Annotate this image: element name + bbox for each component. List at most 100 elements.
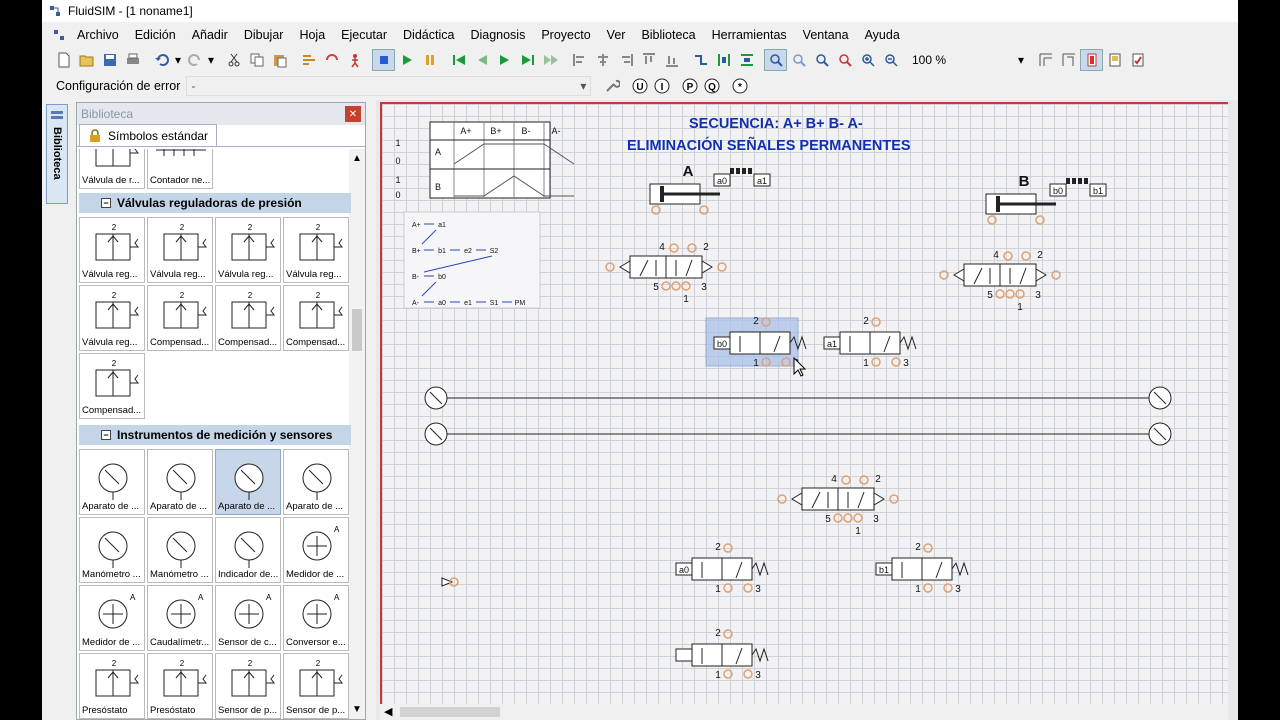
library-symbol[interactable]: Aparato de ... (79, 449, 145, 515)
library-symbol[interactable]: 2 Válvula reg... (79, 217, 145, 283)
library-symbol[interactable]: 2 Presóstato (79, 653, 145, 719)
cut-button[interactable] (222, 49, 245, 71)
rotate-button[interactable] (320, 49, 343, 71)
connect-button[interactable] (689, 49, 712, 71)
library-symbol[interactable]: Manómetro ... (79, 517, 145, 583)
menu-proyecto[interactable]: Proyecto (533, 24, 598, 46)
library-symbol[interactable]: Manómetro ... (147, 517, 213, 583)
library-side-tab[interactable]: Biblioteca (46, 104, 68, 204)
library-symbol[interactable]: 2 Válvula reg... (147, 217, 213, 283)
menu-diagnosis[interactable]: Diagnosis (462, 24, 533, 46)
zoom-out-button[interactable] (787, 49, 810, 71)
library-symbol[interactable]: A Sensor de c... (215, 585, 281, 651)
reset-button[interactable] (447, 49, 470, 71)
error-config-dropdown[interactable]: - ▾ (186, 76, 592, 96)
undo-dropdown[interactable]: ▾ (173, 49, 183, 71)
library-symbol[interactable]: 2 Sensor de p... (283, 653, 349, 719)
distribute-h-button[interactable] (712, 49, 735, 71)
library-symbol[interactable]: 2 Compensad... (283, 285, 349, 351)
library-symbol[interactable]: Aparato de ... (215, 449, 281, 515)
align-right-button[interactable] (614, 49, 637, 71)
tab-simbolos-estandar[interactable]: Símbolos estándar (79, 124, 218, 146)
document-icon[interactable] (52, 28, 66, 42)
library-symbol[interactable]: Contador ne... (147, 149, 213, 189)
scroll-up-icon[interactable]: ▲ (352, 153, 362, 164)
zoom-minus-button[interactable] (879, 49, 902, 71)
voltage-meter-button[interactable]: U (629, 75, 651, 97)
page-button[interactable] (1103, 49, 1126, 71)
category-instrumentos-medicion[interactable]: − Instrumentos de medición y sensores (79, 425, 351, 445)
layers-button[interactable] (1080, 49, 1103, 71)
drawing-canvas[interactable]: SECUENCIA: A+ B+ B- A- ELIMINACIÓN SEÑAL… (380, 102, 1228, 704)
redo-button[interactable] (183, 49, 206, 71)
step-button[interactable] (493, 49, 516, 71)
redo-dropdown[interactable]: ▾ (206, 49, 216, 71)
library-symbol[interactable]: A Caudalímetr... (147, 585, 213, 651)
pressure-meter-button[interactable]: P (679, 75, 701, 97)
fast-forward-button[interactable] (539, 49, 562, 71)
align-left-button[interactable] (568, 49, 591, 71)
play-button[interactable] (395, 49, 418, 71)
collapse-icon[interactable]: − (101, 198, 111, 208)
library-scrollbar[interactable]: ▲ ▼ (349, 149, 365, 719)
zoom-page-button[interactable] (833, 49, 856, 71)
library-symbol[interactable]: Aparato de ... (283, 449, 349, 515)
library-symbol[interactable]: 2 Presóstato (147, 653, 213, 719)
collapse-icon[interactable]: − (101, 430, 111, 440)
step-back-button[interactable] (470, 49, 493, 71)
library-symbol[interactable]: 2 Válvula de r... (79, 149, 145, 189)
library-symbol[interactable]: 2 Compensad... (147, 285, 213, 351)
menu-archivo[interactable]: Archivo (69, 24, 127, 46)
zoom-fit-button[interactable] (810, 49, 833, 71)
zoom-dropdown[interactable]: 100 % ▾ (908, 50, 1028, 70)
library-scroll-thumb[interactable] (352, 309, 362, 351)
library-symbol[interactable]: 2 Válvula reg... (283, 217, 349, 283)
scroll-down-icon[interactable]: ▼ (352, 704, 362, 715)
open-button[interactable] (75, 49, 98, 71)
library-symbol[interactable]: Aparato de ... (147, 449, 213, 515)
library-symbol[interactable]: A Medidor de ... (79, 585, 145, 651)
tool-button[interactable] (601, 75, 623, 97)
save-button[interactable] (98, 49, 121, 71)
scroll-left-icon[interactable]: ◀ (384, 705, 392, 718)
library-symbol[interactable]: A Medidor de ... (283, 517, 349, 583)
new-file-button[interactable] (52, 49, 75, 71)
menu-biblioteca[interactable]: Biblioteca (633, 24, 703, 46)
menu-edicion[interactable]: Edición (127, 24, 184, 46)
library-symbol[interactable]: 2 Compensad... (79, 353, 145, 419)
check-circuit-button[interactable] (1126, 49, 1149, 71)
layout-button[interactable] (1057, 49, 1080, 71)
menu-hoja[interactable]: Hoja (291, 24, 333, 46)
menu-herramientas[interactable]: Herramientas (704, 24, 795, 46)
menu-ejecutar[interactable]: Ejecutar (333, 24, 395, 46)
grid-button[interactable] (1034, 49, 1057, 71)
check-button[interactable] (343, 49, 366, 71)
align-center-button[interactable] (591, 49, 614, 71)
category-valvulas-reguladoras[interactable]: − Válvulas reguladoras de presión (79, 193, 351, 213)
print-button[interactable] (121, 49, 144, 71)
menu-dibujar[interactable]: Dibujar (236, 24, 292, 46)
menu-ayuda[interactable]: Ayuda (857, 24, 908, 46)
library-symbol[interactable]: A Conversor e... (283, 585, 349, 651)
align-top-button[interactable] (637, 49, 660, 71)
current-meter-button[interactable]: I (651, 75, 673, 97)
library-symbol[interactable]: 2 Válvula reg... (215, 217, 281, 283)
canvas-horizontal-scrollbar[interactable]: ◀ (380, 704, 1228, 720)
library-symbol[interactable]: 2 Sensor de p... (215, 653, 281, 719)
step-end-button[interactable] (516, 49, 539, 71)
distribute-v-button[interactable] (735, 49, 758, 71)
undo-button[interactable] (150, 49, 173, 71)
flow-meter-button[interactable]: Q (701, 75, 723, 97)
canvas-scroll-thumb[interactable] (400, 707, 500, 717)
menu-didactica[interactable]: Didáctica (395, 24, 462, 46)
align-button[interactable] (297, 49, 320, 71)
align-bottom-button[interactable] (660, 49, 683, 71)
zoom-in-button[interactable] (856, 49, 879, 71)
paste-button[interactable] (268, 49, 291, 71)
state-meter-button[interactable]: * (729, 75, 751, 97)
close-icon[interactable]: ✕ (345, 106, 361, 122)
pause-button[interactable] (418, 49, 441, 71)
zoom-select-button[interactable] (764, 49, 787, 71)
copy-button[interactable] (245, 49, 268, 71)
library-symbol[interactable]: Indicador de... (215, 517, 281, 583)
